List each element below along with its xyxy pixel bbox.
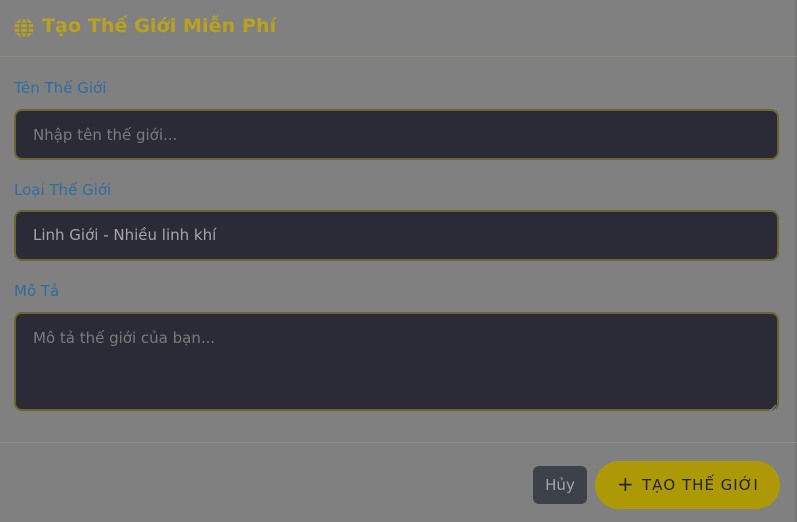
create-world-button[interactable]: + TẠO THẾ GIỚI [595, 461, 780, 509]
world-name-label: Tên Thế Giới [14, 79, 107, 97]
create-world-button-label: TẠO THẾ GIỚI [642, 476, 759, 494]
resize-grip-icon[interactable] [767, 398, 777, 413]
modal-title: Tạo Thế Giới Miễn Phí [42, 15, 277, 37]
cancel-button[interactable]: Hủy [533, 466, 587, 504]
world-type-selected-value: Linh Giới - Nhiều linh khí [33, 226, 217, 244]
world-name-input[interactable] [14, 109, 779, 160]
plus-icon: + [617, 472, 634, 496]
globe-icon [13, 17, 35, 39]
description-label: Mô Tả [14, 282, 60, 300]
create-world-modal: Tạo Thế Giới Miễn Phí Tên Thế Giới Loại … [0, 0, 797, 522]
modal-header: Tạo Thế Giới Miễn Phí [0, 0, 797, 57]
world-type-label: Loại Thế Giới [14, 181, 112, 199]
cancel-button-label: Hủy [545, 476, 575, 494]
footer-divider [0, 442, 797, 443]
world-type-select[interactable]: Linh Giới - Nhiều linh khí [14, 210, 779, 261]
description-textarea[interactable] [14, 312, 779, 411]
